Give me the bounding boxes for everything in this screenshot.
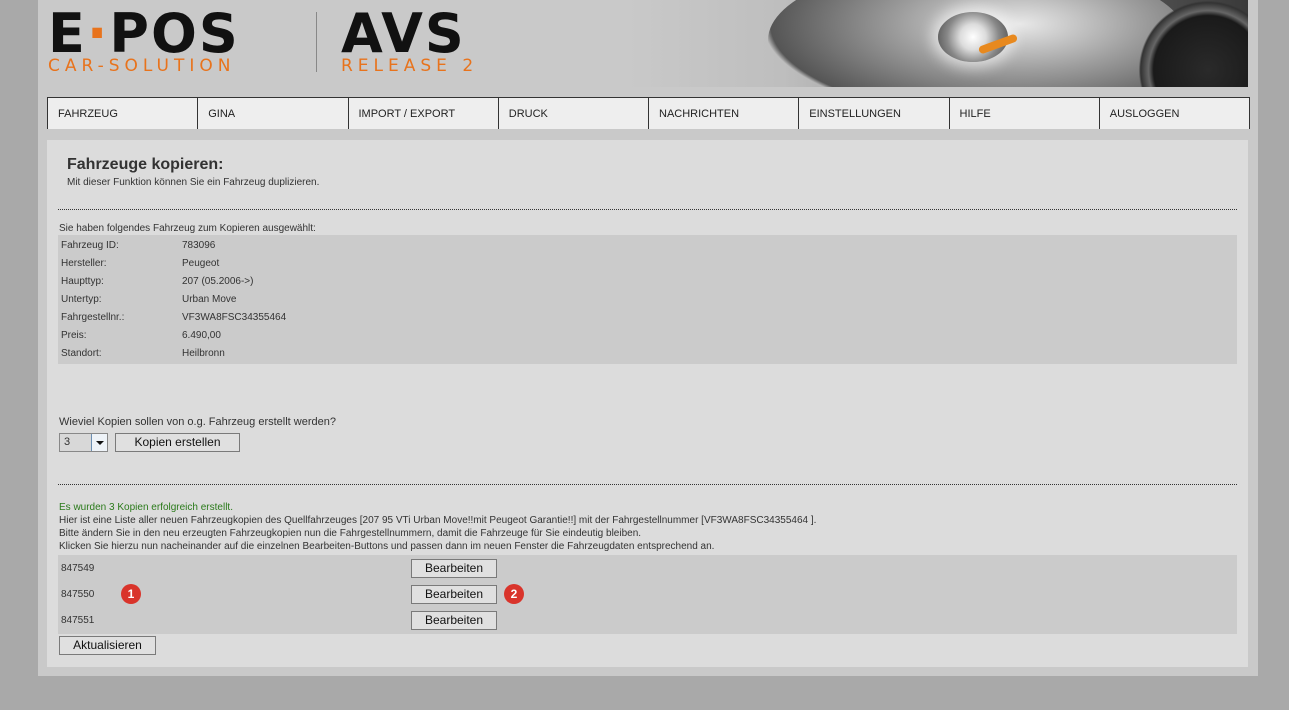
detail-value: VF3WA8FSC34355464 [182, 312, 287, 323]
nav-item-fahrzeug[interactable]: FAHRZEUG [48, 98, 199, 129]
detail-label: Fahrgestellnr.: [61, 312, 125, 323]
nav-item-gina[interactable]: GINA [198, 98, 349, 129]
page-subtitle: Mit dieser Funktion können Sie ein Fahrz… [67, 177, 320, 188]
detail-value: 207 (05.2006->) [182, 276, 254, 287]
copy-id: 847549 [61, 563, 95, 574]
header-banner: E·POS CAR-SOLUTION AVS RELEASE 2 [48, 0, 1248, 87]
detail-label: Haupttyp: [61, 276, 104, 287]
edit-button[interactable]: Bearbeiten [411, 585, 497, 604]
detail-value: Peugeot [182, 258, 220, 269]
copy-id: 847550 [61, 589, 95, 600]
result-info-line: Bitte ändern Sie in den neu erzeugten Fa… [59, 528, 642, 539]
detail-value: 6.490,00 [182, 330, 221, 341]
divider [58, 484, 1237, 485]
detail-label: Hersteller: [61, 258, 107, 269]
page-frame: E·POS CAR-SOLUTION AVS RELEASE 2 FAHRZEU… [38, 0, 1258, 676]
detail-value: Urban Move [182, 294, 237, 305]
edit-button[interactable]: Bearbeiten [411, 611, 497, 630]
content-panel: Fahrzeuge kopieren: Mit dieser Funktion … [47, 140, 1248, 667]
detail-value: 783096 [182, 240, 216, 251]
detail-label: Untertyp: [61, 294, 102, 305]
car-image [628, 0, 1248, 87]
page-title: Fahrzeuge kopieren: [67, 156, 224, 173]
selection-intro: Sie haben folgendes Fahrzeug zum Kopiere… [59, 223, 316, 234]
headlight-image [938, 12, 1008, 62]
detail-label: Standort: [61, 348, 102, 359]
annotation-badge-1: 1 [121, 584, 141, 604]
success-message: Es wurden 3 Kopien erfolgreich erstellt. [59, 502, 233, 513]
detail-label: Preis: [61, 330, 87, 341]
nav-item-ausloggen[interactable]: AUSLOGGEN [1100, 98, 1249, 129]
refresh-button[interactable]: Aktualisieren [59, 636, 156, 655]
nav-item-import-export[interactable]: IMPORT / EXPORT [349, 98, 499, 129]
annotation-badge-2: 2 [504, 584, 524, 604]
nav-item-hilfe[interactable]: HILFE [950, 98, 1100, 129]
epos-logo: E·POS [48, 2, 240, 65]
copy-id: 847551 [61, 615, 95, 626]
vehicle-details: Fahrzeug ID: 783096 Hersteller: Peugeot Ha… [58, 235, 1237, 364]
epos-logo-subtitle: CAR-SOLUTION [48, 56, 236, 76]
copy-count-question: Wieviel Kopien sollen von o.g. Fahrzeug … [59, 416, 336, 428]
detail-value: Heilbronn [182, 348, 225, 359]
avs-logo: AVS [341, 2, 466, 65]
result-info-line: Hier ist eine Liste aller neuen Fahrzeug… [59, 515, 817, 526]
result-info-line: Klicken Sie hierzu nun nacheinander auf … [59, 541, 715, 552]
logo-divider [316, 12, 317, 72]
edit-button[interactable]: Bearbeiten [411, 559, 497, 578]
divider [58, 209, 1237, 210]
main-nav: FAHRZEUG GINA IMPORT / EXPORT DRUCK NACH… [47, 97, 1250, 129]
copy-count-select[interactable]: 3 [59, 433, 108, 452]
nav-item-einstellungen[interactable]: EINSTELLUNGEN [799, 98, 950, 129]
nav-item-nachrichten[interactable]: NACHRICHTEN [649, 98, 800, 129]
create-copies-button[interactable]: Kopien erstellen [115, 433, 240, 452]
copy-count-value: 3 [64, 436, 71, 448]
detail-label: Fahrzeug ID: [61, 240, 119, 251]
chevron-down-icon[interactable] [91, 434, 107, 451]
nav-item-druck[interactable]: DRUCK [499, 98, 649, 129]
copies-list: 847549 Bearbeiten 847550 Bearbeiten 8475… [58, 555, 1237, 634]
release-label: RELEASE 2 [341, 56, 479, 76]
